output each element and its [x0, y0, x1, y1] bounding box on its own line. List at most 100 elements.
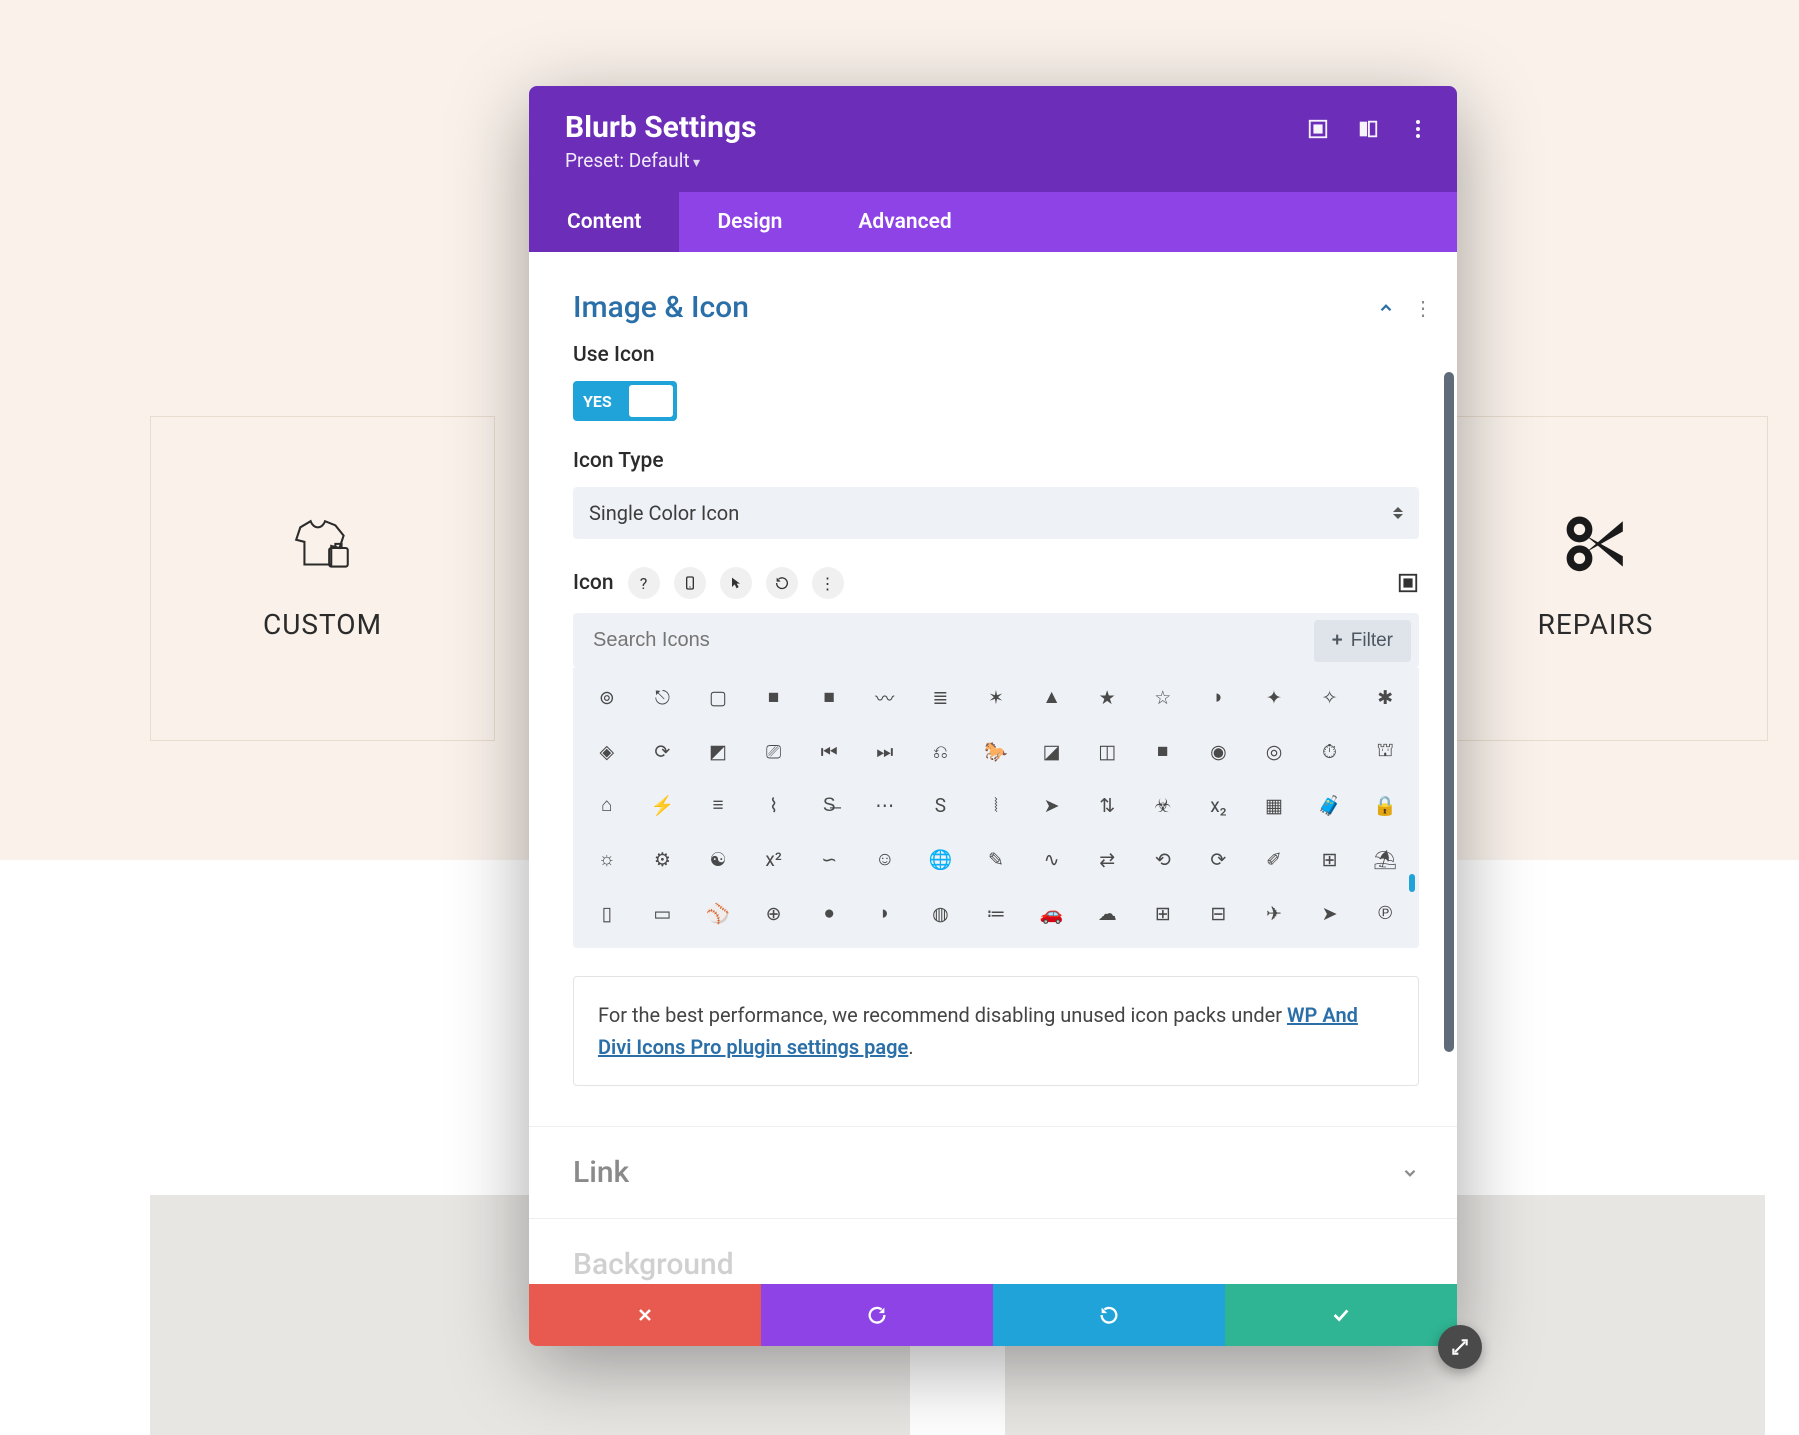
icon-option[interactable]: ☆: [1139, 680, 1187, 714]
preset-dropdown[interactable]: Preset: Default: [565, 149, 1421, 172]
icon-option[interactable]: ◩: [694, 734, 742, 768]
tab-advanced[interactable]: Advanced: [820, 192, 989, 252]
icon-option[interactable]: ⊞: [1306, 842, 1354, 876]
icon-option[interactable]: ⊞: [1139, 896, 1187, 930]
icon-option[interactable]: x²: [750, 842, 798, 876]
icon-option[interactable]: ⟳: [1195, 842, 1243, 876]
undo-button[interactable]: [761, 1284, 993, 1346]
icon-option[interactable]: ◍: [917, 896, 965, 930]
icon-option[interactable]: ➤: [1028, 788, 1076, 822]
cancel-button[interactable]: [529, 1284, 761, 1346]
icon-option[interactable]: ⎚: [750, 734, 798, 768]
icon-option[interactable]: ✶: [972, 680, 1020, 714]
icon-option[interactable]: 🔒: [1361, 788, 1409, 822]
icon-option[interactable]: 🌐: [917, 842, 965, 876]
grid-scrollbar[interactable]: [1409, 874, 1415, 892]
icon-option[interactable]: ◗: [861, 896, 909, 930]
icon-option[interactable]: ☯: [694, 842, 742, 876]
icon-option[interactable]: ✈: [1250, 896, 1298, 930]
expand-icon[interactable]: [1307, 118, 1329, 140]
icon-option[interactable]: ●: [805, 896, 853, 930]
section-link[interactable]: Link: [529, 1126, 1457, 1218]
icon-option[interactable]: ⚾: [694, 896, 742, 930]
icon-option[interactable]: ⌇: [750, 788, 798, 822]
icon-option[interactable]: ⏱: [1306, 734, 1354, 768]
icon-option[interactable]: ⏮: [805, 734, 853, 768]
icon-option[interactable]: ⚙: [639, 842, 687, 876]
icon-option[interactable]: ➤: [1306, 896, 1354, 930]
icon-option[interactable]: x₂: [1195, 788, 1243, 822]
icon-option[interactable]: ☣: [1139, 788, 1187, 822]
icon-option[interactable]: ▦: [1250, 788, 1298, 822]
icon-option[interactable]: ■: [805, 680, 853, 714]
icon-option[interactable]: ⌂: [583, 788, 631, 822]
icon-option[interactable]: ∽: [805, 842, 853, 876]
icon-option[interactable]: 〰: [861, 680, 909, 714]
icon-option[interactable]: ☺: [861, 842, 909, 876]
icon-option[interactable]: ◈: [583, 734, 631, 768]
kebab-menu-icon[interactable]: ⋮: [1413, 305, 1419, 311]
icon-option[interactable]: ☁: [1083, 896, 1131, 930]
icon-option[interactable]: ■: [750, 680, 798, 714]
icon-option[interactable]: ✧: [1306, 680, 1354, 714]
icon-option[interactable]: ⊕: [750, 896, 798, 930]
icon-option[interactable]: ⏭: [861, 734, 909, 768]
icon-option[interactable]: ≔: [972, 896, 1020, 930]
hover-icon[interactable]: [720, 567, 752, 599]
icon-option[interactable]: ⟳: [639, 734, 687, 768]
reset-icon[interactable]: [766, 567, 798, 599]
icon-option[interactable]: ≡: [694, 788, 742, 822]
icon-option[interactable]: ⊟: [1195, 896, 1243, 930]
chevron-up-icon[interactable]: [1377, 299, 1395, 317]
icon-option[interactable]: ★: [1083, 680, 1131, 714]
section-image-and-icon[interactable]: Image & Icon ⋮: [573, 280, 1419, 343]
icon-option[interactable]: ▭: [639, 896, 687, 930]
icon-option[interactable]: ✱: [1361, 680, 1409, 714]
icon-option[interactable]: ⇄: [1083, 842, 1131, 876]
modal-body[interactable]: Image & Icon ⋮ Use Icon YES Icon Type Si…: [529, 252, 1457, 1284]
icon-option[interactable]: S: [917, 788, 965, 822]
icon-option[interactable]: ✦: [1250, 680, 1298, 714]
icon-option[interactable]: ▯: [583, 896, 631, 930]
icon-option[interactable]: 🧳: [1306, 788, 1354, 822]
icon-option[interactable]: ⊚: [583, 680, 631, 714]
save-button[interactable]: [1225, 1284, 1457, 1346]
icon-option[interactable]: ◎: [1250, 734, 1298, 768]
icon-option[interactable]: ✎: [972, 842, 1020, 876]
search-input[interactable]: [573, 613, 1314, 668]
redo-button[interactable]: [993, 1284, 1225, 1346]
help-icon[interactable]: ?: [628, 567, 660, 599]
tab-design[interactable]: Design: [679, 192, 820, 252]
icon-option[interactable]: ■: [1139, 734, 1187, 768]
icon-option[interactable]: ✐: [1250, 842, 1298, 876]
scrollbar[interactable]: [1444, 372, 1454, 1052]
icon-option[interactable]: ⚡: [639, 788, 687, 822]
icon-option[interactable]: ⛱: [1361, 842, 1409, 876]
kebab-menu-icon[interactable]: ⋮: [812, 567, 844, 599]
section-background[interactable]: Background: [529, 1218, 1457, 1284]
kebab-menu-icon[interactable]: [1407, 118, 1429, 140]
icon-option[interactable]: ℗: [1361, 896, 1409, 930]
icon-option[interactable]: ⟲: [1139, 842, 1187, 876]
icon-option[interactable]: ⛫: [1361, 734, 1409, 768]
icon-option[interactable]: ☼: [583, 842, 631, 876]
icon-option[interactable]: ▲: [1028, 680, 1076, 714]
icon-option[interactable]: 🚗: [1028, 896, 1076, 930]
icon-option[interactable]: ◫: [1083, 734, 1131, 768]
icon-option[interactable]: ⎌: [917, 734, 965, 768]
fullscreen-icon[interactable]: [1397, 572, 1419, 594]
icon-option[interactable]: S̶: [805, 788, 853, 822]
icon-option[interactable]: ◉: [1195, 734, 1243, 768]
split-view-icon[interactable]: [1357, 118, 1379, 140]
icon-option[interactable]: ◪: [1028, 734, 1076, 768]
responsive-icon[interactable]: [674, 567, 706, 599]
icon-option[interactable]: ⇅: [1083, 788, 1131, 822]
filter-button[interactable]: + Filter: [1314, 620, 1411, 662]
icon-option[interactable]: ⦚: [972, 788, 1020, 822]
icon-option[interactable]: ⎋: [639, 680, 687, 714]
icon-option[interactable]: ▢: [694, 680, 742, 714]
icon-option[interactable]: ≣: [917, 680, 965, 714]
icon-option[interactable]: ⋯: [861, 788, 909, 822]
tab-content[interactable]: Content: [529, 192, 679, 252]
icon-option[interactable]: ◗: [1195, 680, 1243, 714]
